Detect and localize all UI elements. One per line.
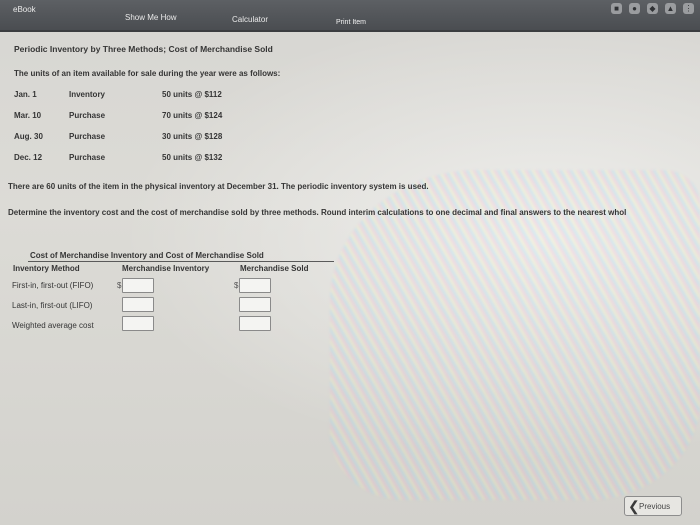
inventory-type: Purchase [69,153,106,162]
tab-print-item[interactable]: Print Item [336,19,366,26]
method-label-weighted-average: Weighted average cost [12,321,94,330]
top-toolbar: eBook Show Me How Calculator Print Item … [0,0,700,32]
instructions-text: Determine the inventory cost and the cos… [8,208,627,217]
previous-button[interactable]: ❮ Previous [624,496,682,516]
inventory-date: Aug. 30 [14,132,43,141]
inventory-type: Purchase [69,111,106,120]
chevron-left-icon: ❮ [628,498,640,514]
answer-table-heading: Cost of Merchandise Inventory and Cost o… [30,251,264,260]
previous-button-label: Previous [639,502,671,511]
table-divider [28,261,334,262]
extension-icon[interactable]: ▲ [665,3,676,14]
extension-icon[interactable]: ■ [611,3,622,14]
inventory-type: Inventory [69,90,106,99]
lifo-inventory-input[interactable] [122,297,154,312]
inventory-units: 50 units @ $132 [162,153,223,162]
inventory-units: 30 units @ $128 [162,132,223,141]
column-header-sold: Merchandise Sold [240,264,309,273]
tab-ebook[interactable]: eBook [13,5,36,14]
method-label-fifo: First-in, first-out (FIFO) [12,281,94,290]
fifo-inventory-input[interactable] [122,278,154,293]
problem-title: Periodic Inventory by Three Methods; Cos… [14,44,273,54]
tab-show-me-how[interactable]: Show Me How [125,13,177,22]
menu-icon[interactable]: ⋮ [683,3,694,14]
screen-moire-glare [330,170,700,500]
currency-symbol: $ [117,281,122,290]
inventory-date: Mar. 10 [14,111,42,120]
inventory-units: 50 units @ $112 [162,90,222,99]
inventory-date: Dec. 12 [14,153,43,162]
inventory-date: Jan. 1 [14,90,37,99]
lifo-sold-input[interactable] [239,297,271,312]
weighted-average-inventory-input[interactable] [122,316,154,331]
inventory-type: Purchase [69,132,106,141]
extension-icon[interactable]: ◆ [647,3,658,14]
inventory-units: 70 units @ $124 [162,111,223,120]
tab-calculator[interactable]: Calculator [232,15,268,24]
column-header-inventory: Merchandise Inventory [122,264,210,273]
fifo-sold-input[interactable] [239,278,271,293]
weighted-average-sold-input[interactable] [239,316,271,331]
problem-intro: The units of an item available for sale … [14,69,281,78]
method-label-lifo: Last-in, first-out (LIFO) [12,301,93,310]
browser-extension-icons: ■ ● ◆ ▲ ⋮ [611,3,694,14]
physical-inventory-note: There are 60 units of the item in the ph… [8,182,429,191]
extension-icon[interactable]: ● [629,3,640,14]
currency-symbol: $ [234,281,239,290]
column-header-method: Inventory Method [13,264,80,273]
